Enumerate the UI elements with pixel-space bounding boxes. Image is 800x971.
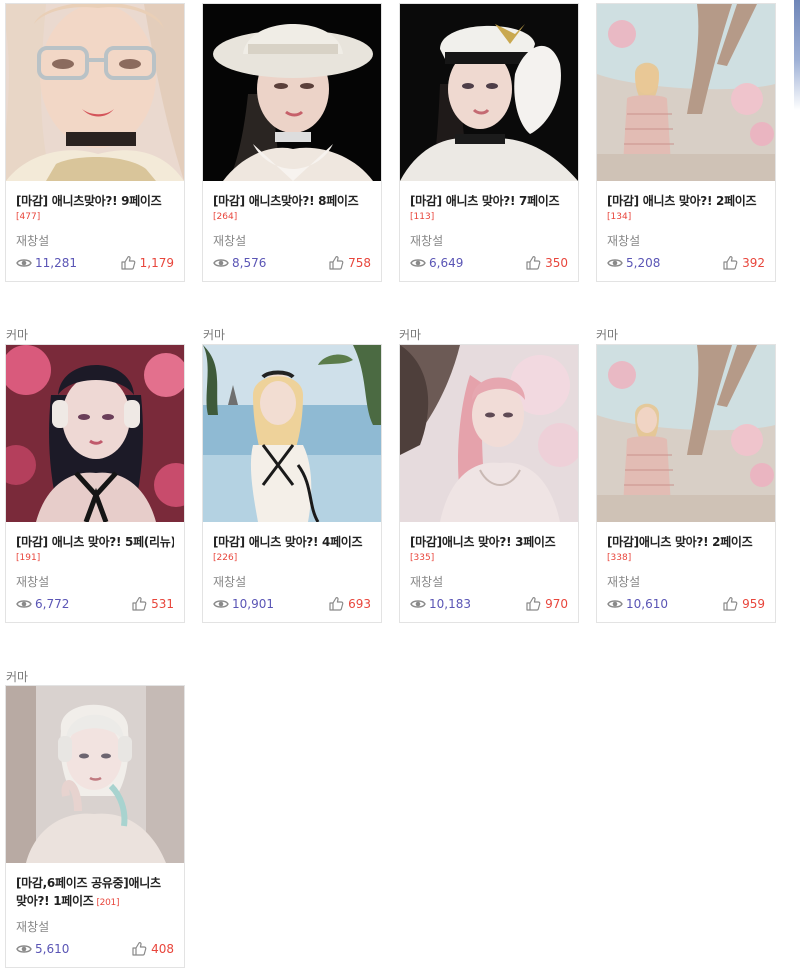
post-title-text[interactable]: [마감,6페이즈 공유중]애니츠 맞아?! 1페이즈 (16, 876, 161, 908)
post-thumbnail[interactable] (6, 4, 184, 181)
like-count: 693 (348, 597, 371, 611)
post-title[interactable]: [마감] 애니츠 맞아?! 7페이즈 (410, 192, 568, 210)
thumbs-up-icon (120, 255, 136, 271)
post-thumbnail[interactable] (203, 4, 381, 181)
category-label[interactable]: 커마 (399, 328, 421, 342)
thumbs-up-icon (131, 941, 147, 957)
like-count: 758 (348, 256, 371, 270)
view-count: 8,576 (232, 256, 267, 270)
view-count: 10,183 (429, 597, 471, 611)
post-title[interactable]: [마감] 애니츠 맞아?! 5페(리뉴) (16, 533, 174, 551)
post-thumbnail[interactable] (203, 345, 381, 522)
thumbs-up-icon (525, 255, 541, 271)
eye-icon (607, 257, 623, 269)
post-author[interactable]: 재창설 (410, 574, 568, 590)
post-card[interactable]: [마감] 애니츠 맞아?! 5페(리뉴) [191] 재창설 6,772 531 (5, 344, 185, 623)
category-label[interactable]: 커마 (596, 328, 618, 342)
post-title[interactable]: [마감]애니츠 맞아?! 2페이즈 (607, 533, 765, 551)
category-label[interactable]: 커마 (6, 328, 28, 342)
like-count: 392 (742, 256, 765, 270)
eye-icon (16, 598, 32, 610)
post-author[interactable]: 재창설 (16, 919, 174, 935)
post-card[interactable]: [마감]애니츠 맞아?! 3페이즈 [335] 재창설 10,183 970 (399, 344, 579, 623)
comment-count: [226] (213, 553, 238, 563)
comment-count: [335] (410, 553, 435, 563)
eye-icon (213, 598, 229, 610)
comment-count: [134] (607, 212, 632, 222)
eye-icon (607, 598, 623, 610)
thumbs-up-icon (131, 596, 147, 612)
like-count: 970 (545, 597, 568, 611)
thumbs-up-icon (722, 596, 738, 612)
eye-icon (410, 598, 426, 610)
like-count: 959 (742, 597, 765, 611)
post-author[interactable]: 재창설 (607, 574, 765, 590)
post-card[interactable]: [마감] 애니츠 맞아?! 7페이즈 [113] 재창설 6,649 350 (399, 3, 579, 282)
post-title[interactable]: [마감,6페이즈 공유중]애니츠 맞아?! 1페이즈 [201] (16, 874, 174, 910)
thumbs-up-icon (328, 255, 344, 271)
eye-icon (16, 257, 32, 269)
category-label[interactable]: 커마 (6, 670, 28, 684)
eye-icon (16, 943, 32, 955)
window-edge-strip (794, 0, 800, 110)
post-thumbnail[interactable] (6, 686, 184, 863)
comment-count: [477] (16, 212, 41, 222)
post-thumbnail[interactable] (597, 345, 775, 522)
post-author[interactable]: 재창설 (410, 233, 568, 249)
thumbs-up-icon (328, 596, 344, 612)
comment-count: [201] (96, 898, 120, 908)
post-title[interactable]: [마감] 애니츠 맞아?! 2페이즈 (607, 192, 765, 210)
like-count: 408 (151, 942, 174, 956)
post-author[interactable]: 재창설 (16, 574, 174, 590)
like-count: 350 (545, 256, 568, 270)
post-author[interactable]: 재창설 (607, 233, 765, 249)
eye-icon (410, 257, 426, 269)
like-count: 1,179 (139, 256, 174, 270)
view-count: 6,772 (35, 597, 70, 611)
post-card[interactable]: [마감,6페이즈 공유중]애니츠 맞아?! 1페이즈 [201] 재창설 5,61… (5, 685, 185, 968)
post-card[interactable]: [마감] 애니츠 맞아?! 4페이즈 [226] 재창설 10,901 693 (202, 344, 382, 623)
post-author[interactable]: 재창설 (16, 233, 174, 249)
post-thumbnail[interactable] (597, 4, 775, 181)
post-card[interactable]: [마감] 애니츠맞아?! 8페이즈 [264] 재창설 8,576 758 (202, 3, 382, 282)
like-count: 531 (151, 597, 174, 611)
post-thumbnail[interactable] (400, 4, 578, 181)
view-count: 5,610 (35, 942, 70, 956)
comment-count: [264] (213, 212, 238, 222)
view-count: 10,610 (626, 597, 668, 611)
category-label[interactable]: 커마 (203, 328, 225, 342)
post-thumbnail[interactable] (6, 345, 184, 522)
view-count: 10,901 (232, 597, 274, 611)
view-count: 6,649 (429, 256, 464, 270)
view-count: 5,208 (626, 256, 661, 270)
post-thumbnail[interactable] (400, 345, 578, 522)
thumbs-up-icon (525, 596, 541, 612)
comment-count: [113] (410, 212, 435, 222)
eye-icon (213, 257, 229, 269)
post-title[interactable]: [마감] 애니츠 맞아?! 4페이즈 (213, 533, 371, 551)
thumbs-up-icon (722, 255, 738, 271)
post-title[interactable]: [마감] 애니츠맞아?! 9페이즈 (16, 192, 174, 210)
post-title[interactable]: [마감]애니츠 맞아?! 3페이즈 (410, 533, 568, 551)
comment-count: [338] (607, 553, 632, 563)
post-card[interactable]: [마감]애니츠 맞아?! 2페이즈 [338] 재창설 10,610 959 (596, 344, 776, 623)
post-author[interactable]: 재창설 (213, 574, 371, 590)
post-title[interactable]: [마감] 애니츠맞아?! 8페이즈 (213, 192, 371, 210)
post-author[interactable]: 재창설 (213, 233, 371, 249)
view-count: 11,281 (35, 256, 77, 270)
post-card[interactable]: [마감] 애니츠맞아?! 9페이즈 [477] 재창설 11,281 1,179 (5, 3, 185, 282)
comment-count: [191] (16, 553, 41, 563)
post-card[interactable]: [마감] 애니츠 맞아?! 2페이즈 [134] 재창설 5,208 392 (596, 3, 776, 282)
